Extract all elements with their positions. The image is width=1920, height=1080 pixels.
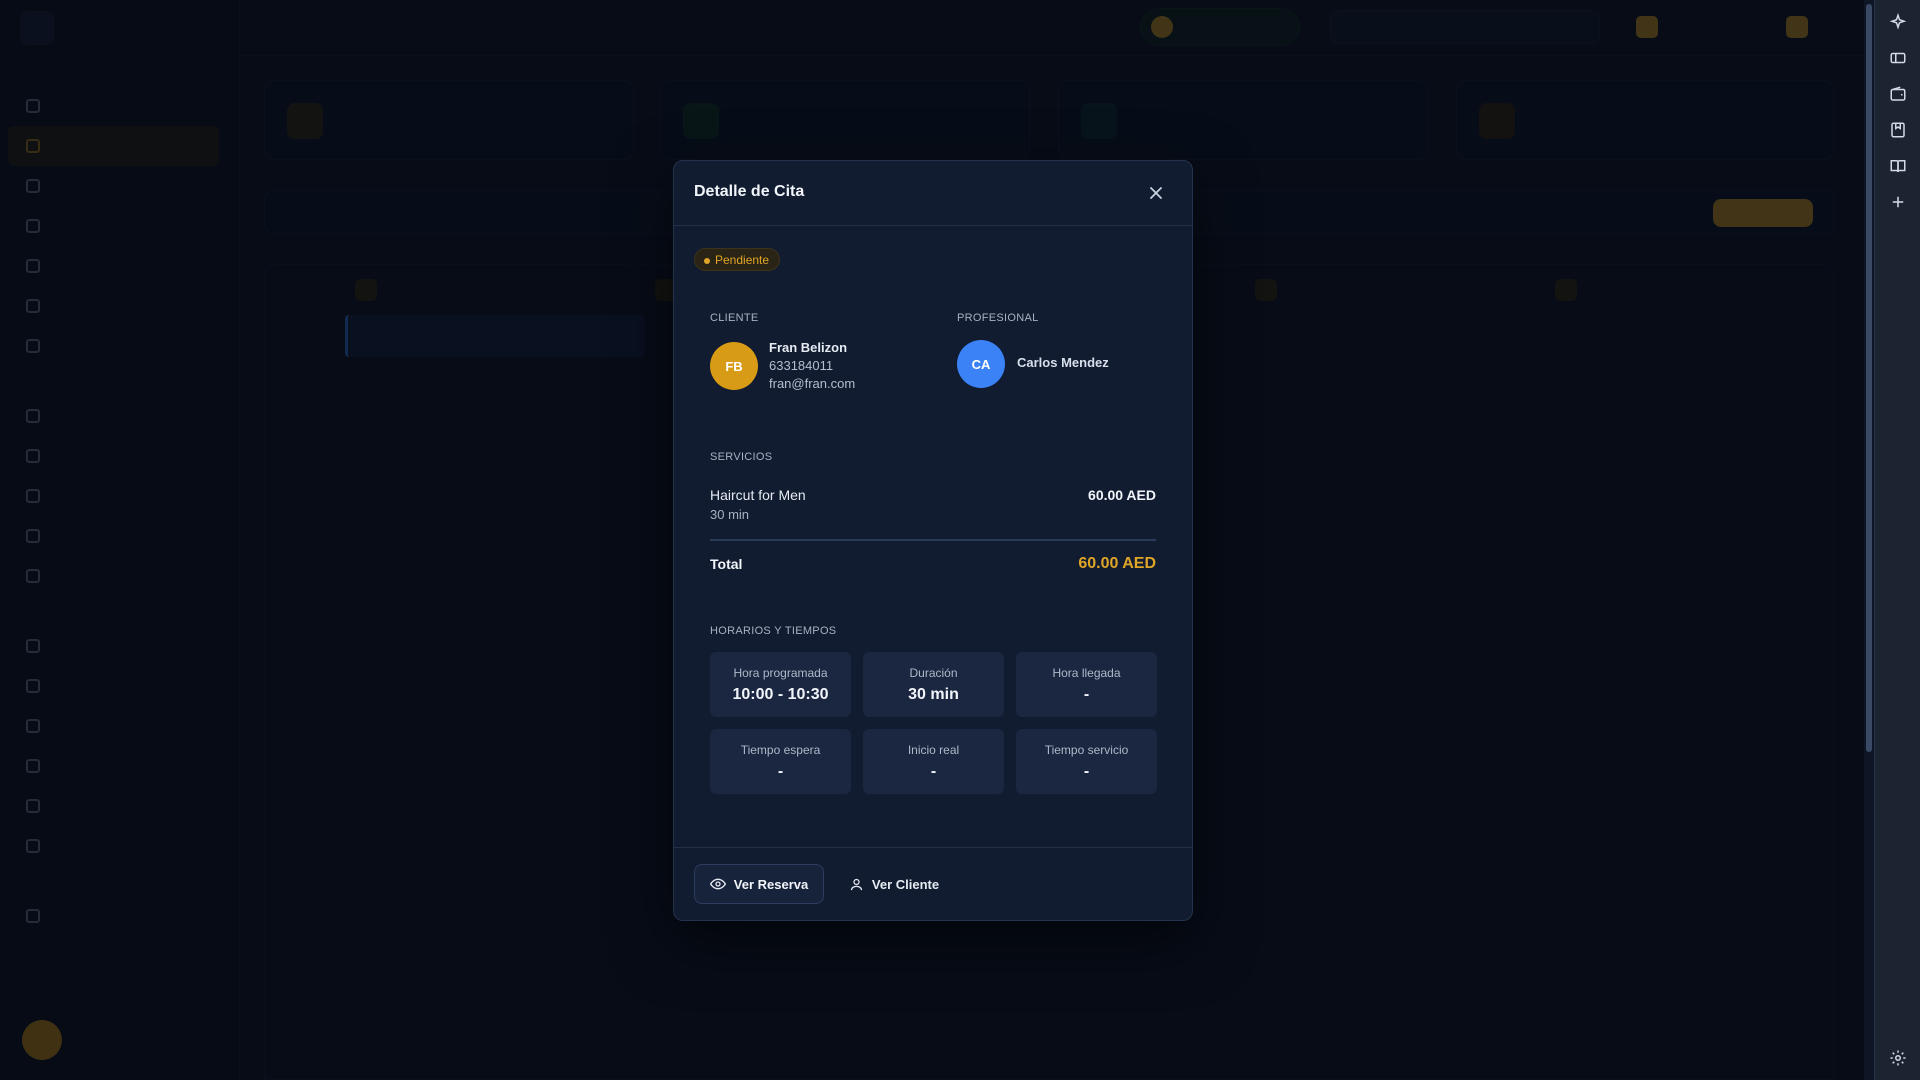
book-icon[interactable] bbox=[1887, 155, 1909, 177]
time-card-value: - bbox=[1083, 686, 1090, 703]
time-card-value: - bbox=[1083, 763, 1090, 780]
time-card-value: - bbox=[777, 763, 784, 780]
view-client-label: Ver Cliente bbox=[871, 876, 940, 892]
client-section-label: CLIENTE bbox=[710, 312, 759, 324]
client-phone: 633184011 bbox=[769, 358, 834, 373]
time-card-value: 10:00 - 10:30 bbox=[732, 686, 829, 703]
view-booking-button[interactable]: Ver Reserva bbox=[694, 864, 824, 904]
appointment-detail-modal: Detalle de Cita Pendiente CLIENTE FB Fra… bbox=[673, 160, 1193, 921]
eye-icon bbox=[709, 876, 726, 892]
wallet-icon[interactable] bbox=[1887, 83, 1909, 105]
times-section-label: HORARIOS Y TIEMPOS bbox=[710, 625, 837, 637]
time-card-label: Inicio real bbox=[907, 743, 960, 757]
professional-section-label: PROFESIONAL bbox=[957, 312, 1039, 324]
modal-title: Detalle de Cita bbox=[694, 183, 805, 200]
time-card-actual-start: Inicio real - bbox=[863, 729, 1004, 794]
time-card-label: Tiempo servicio bbox=[1044, 743, 1129, 757]
time-card-label: Hora llegada bbox=[1052, 666, 1121, 680]
client-avatar: FB bbox=[710, 342, 758, 390]
professional-avatar: CA bbox=[957, 340, 1005, 388]
service-duration: 30 min bbox=[710, 507, 750, 522]
client-email: fran@fran.com bbox=[769, 376, 856, 391]
time-card-service-time: Tiempo servicio - bbox=[1016, 729, 1157, 794]
bookmark-icon[interactable] bbox=[1887, 119, 1909, 141]
time-card-value: - bbox=[930, 763, 937, 780]
time-card-label: Hora programada bbox=[733, 666, 828, 680]
service-price: 60.00 AED bbox=[1088, 487, 1156, 503]
time-card-duration: Duración 30 min bbox=[863, 652, 1004, 717]
total-value: 60.00 AED bbox=[1078, 555, 1156, 572]
modal-header: Detalle de Cita bbox=[674, 161, 1192, 226]
professional-name: Carlos Mendez bbox=[1017, 355, 1109, 370]
view-booking-label: Ver Reserva bbox=[733, 876, 809, 892]
modal-footer: Ver Reserva Ver Cliente bbox=[674, 847, 1192, 920]
close-icon[interactable] bbox=[1146, 183, 1166, 203]
client-name: Fran Belizon bbox=[769, 340, 848, 355]
time-card-arrival: Hora llegada - bbox=[1016, 652, 1157, 717]
right-rail bbox=[1874, 0, 1920, 1080]
total-divider bbox=[710, 539, 1156, 541]
times-grid: Hora programada 10:00 - 10:30 Duración 3… bbox=[710, 652, 1157, 794]
status-badge: Pendiente bbox=[694, 248, 781, 271]
ticket-icon[interactable] bbox=[1887, 47, 1909, 69]
time-card-wait: Tiempo espera - bbox=[710, 729, 851, 794]
plus-icon[interactable] bbox=[1887, 191, 1909, 213]
gear-icon[interactable] bbox=[1887, 1047, 1909, 1069]
scrollbar[interactable] bbox=[1864, 0, 1874, 1080]
time-card-value: 30 min bbox=[908, 686, 959, 703]
view-client-button[interactable]: Ver Cliente bbox=[839, 864, 949, 904]
sparkle-icon[interactable] bbox=[1887, 11, 1909, 33]
total-label: Total bbox=[710, 556, 743, 572]
user-icon bbox=[849, 877, 864, 892]
time-card-label: Duración bbox=[909, 666, 958, 680]
time-card-label: Tiempo espera bbox=[740, 743, 821, 757]
time-card-scheduled: Hora programada 10:00 - 10:30 bbox=[710, 652, 851, 717]
scrollbar-thumb[interactable] bbox=[1866, 4, 1872, 752]
services-section-label: SERVICIOS bbox=[710, 451, 773, 463]
service-name: Haircut for Men bbox=[710, 487, 806, 503]
